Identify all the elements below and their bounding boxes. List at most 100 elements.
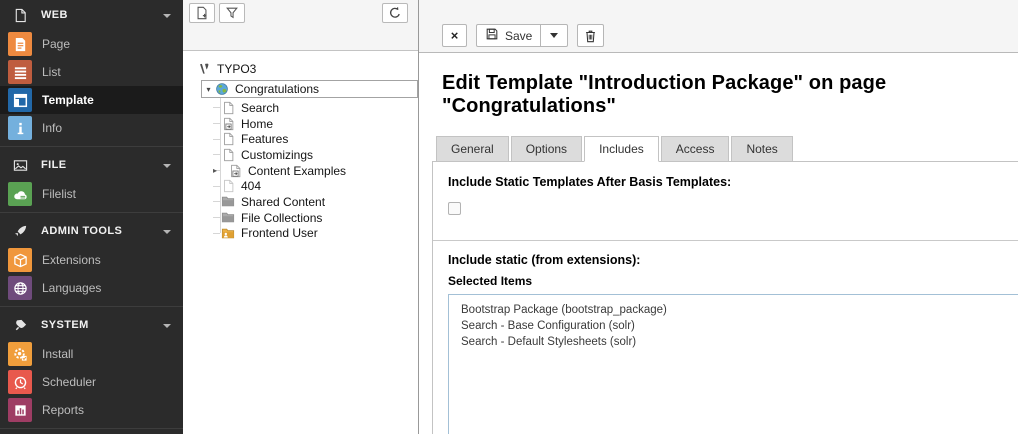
sidebar-item-label: Scheduler [42, 375, 96, 389]
sidebar-item-label: Extensions [42, 253, 101, 267]
static-after-basis-checkbox[interactable] [448, 202, 461, 215]
listbox-option[interactable]: Search - Default Stylesheets (solr) [449, 334, 1018, 350]
tab-access[interactable]: Access [661, 136, 730, 162]
sidebar-item-list[interactable]: List [0, 58, 183, 86]
list-module-icon [8, 60, 32, 84]
tree-connector [213, 139, 220, 140]
content-area: × Save Edit Template "Introduction Packa… [419, 0, 1018, 434]
typo3-logo-icon [196, 61, 212, 77]
tree-node-label: Search [241, 101, 279, 115]
tree-connector [213, 154, 220, 155]
section-header-label: WEB [41, 9, 68, 21]
page-tree-toolbar [183, 0, 418, 51]
section-header-label: ADMIN TOOLS [41, 225, 122, 237]
tab-includes[interactable]: Includes [584, 136, 659, 162]
filter-button[interactable] [219, 3, 245, 23]
tree-connector [213, 201, 220, 202]
tree-node-label: Home [241, 117, 273, 131]
tree-children: Search HomeFeaturesCustomizings▸Content E… [183, 100, 418, 241]
tab-pane-includes: Include Static Templates After Basis Tem… [432, 162, 1018, 434]
save-options-button[interactable] [540, 25, 567, 46]
refresh-button[interactable] [382, 3, 408, 23]
module-menu-section: WEB Page List Template Info [0, 0, 183, 142]
sidebar-item-label: Install [42, 347, 73, 361]
save-icon [485, 27, 499, 44]
image-outline-icon [13, 158, 28, 173]
tree-connector [213, 186, 220, 187]
tree-node-frontend-user[interactable]: Frontend User [183, 226, 418, 242]
sidebar-item-reports[interactable]: Reports [0, 396, 183, 424]
chevron-down-icon [550, 33, 558, 38]
tree-node-404[interactable]: 404 [183, 178, 418, 194]
listbox-option[interactable]: Search - Base Configuration (solr) [449, 318, 1018, 334]
reports-module-icon [8, 398, 32, 422]
section-header-label: FILE [41, 159, 66, 171]
tree-node-customizings[interactable]: Customizings [183, 147, 418, 163]
sidebar-item-install[interactable]: Install [0, 340, 183, 368]
tree-expand-toggle-icon[interactable]: ▸ [213, 166, 227, 175]
sidebar-item-label: Info [42, 121, 62, 135]
filelist-module-icon [8, 182, 32, 206]
chevron-down-icon [163, 10, 171, 20]
install-module-icon [8, 342, 32, 366]
new-page-icon [195, 6, 209, 20]
sidebar-item-languages[interactable]: Languages [0, 274, 183, 302]
tab-notes[interactable]: Notes [731, 136, 792, 162]
selected-items-label: Selected Items [448, 274, 1018, 288]
selected-items-listbox[interactable]: Bootstrap Package (bootstrap_package)Sea… [448, 294, 1018, 434]
typo3-backend: WEB Page List Template Info FILE Filelist ADMIN… [0, 0, 1018, 434]
scheduler-module-icon [8, 370, 32, 394]
trash-icon [584, 29, 597, 43]
tree-node-features[interactable]: Features [183, 131, 418, 147]
tree-connector [213, 123, 220, 124]
new-page-button[interactable] [189, 3, 215, 23]
save-button[interactable]: Save [477, 25, 540, 46]
tab-options[interactable]: Options [511, 136, 582, 162]
sidebar-item-template[interactable]: Template [0, 86, 183, 114]
close-button[interactable]: × [442, 24, 467, 47]
listbox-option[interactable]: Bootstrap Package (bootstrap_package) [449, 302, 1018, 318]
delete-button[interactable] [577, 24, 604, 47]
sidebar-item-extensions[interactable]: Extensions [0, 246, 183, 274]
section-header-web[interactable]: WEB [0, 0, 183, 30]
tree-node-search[interactable]: Search [183, 100, 418, 116]
section-header-system[interactable]: SYSTEM [0, 310, 183, 340]
tree-expand-toggle-icon[interactable]: ▾ [203, 85, 214, 94]
tree-node-label: TYPO3 [217, 62, 256, 76]
sidebar-item-scheduler[interactable]: Scheduler [0, 368, 183, 396]
section-header-file[interactable]: FILE [0, 150, 183, 180]
sidebar-item-label: List [42, 65, 61, 79]
sidebar-item-filelist[interactable]: Filelist [0, 180, 183, 208]
tree-node-label: Shared Content [241, 195, 325, 209]
page-icon [220, 131, 236, 147]
page-tree: TYPO3 ▾Congratulations Search HomeFeaturesC… [183, 51, 418, 241]
include-static-label: Include static (from extensions): [448, 253, 1018, 267]
tree-connector [213, 217, 220, 218]
tree-node-home[interactable]: Home [183, 116, 418, 132]
sidebar-item-label: Reports [42, 403, 84, 417]
tree-node-label: Features [241, 132, 288, 146]
section-header-label: SYSTEM [41, 319, 89, 331]
tree-node-selected[interactable]: ▾Congratulations [201, 80, 418, 98]
tab-general[interactable]: General [436, 136, 509, 162]
section-header-admin-tools[interactable]: ADMIN TOOLS [0, 216, 183, 246]
page-title: Edit Template "Introduction Package" on … [442, 72, 1018, 118]
folder-user-icon [220, 225, 236, 241]
sidebar-item-page[interactable]: Page [0, 30, 183, 58]
tree-node-label: 404 [241, 179, 261, 193]
tree-node-file-collections[interactable]: File Collections [183, 210, 418, 226]
tree-node-root[interactable]: TYPO3 [183, 59, 418, 79]
filter-icon [225, 6, 239, 20]
close-icon: × [451, 29, 459, 42]
tree-node-shared-content[interactable]: Shared Content [183, 194, 418, 210]
static-after-basis-label: Include Static Templates After Basis Tem… [448, 175, 1003, 189]
tab-bar: GeneralOptionsIncludesAccessNotes [432, 136, 1018, 162]
page-module-icon [8, 32, 32, 56]
save-split-button: Save [476, 24, 568, 47]
sidebar-item-info[interactable]: Info [0, 114, 183, 142]
page-shortcut-icon [220, 116, 236, 132]
globe-icon [214, 81, 230, 97]
tree-node-content-examples[interactable]: ▸Content Examples [183, 163, 418, 179]
template-module-icon [8, 88, 32, 112]
sidebar-item-label: Filelist [42, 187, 76, 201]
